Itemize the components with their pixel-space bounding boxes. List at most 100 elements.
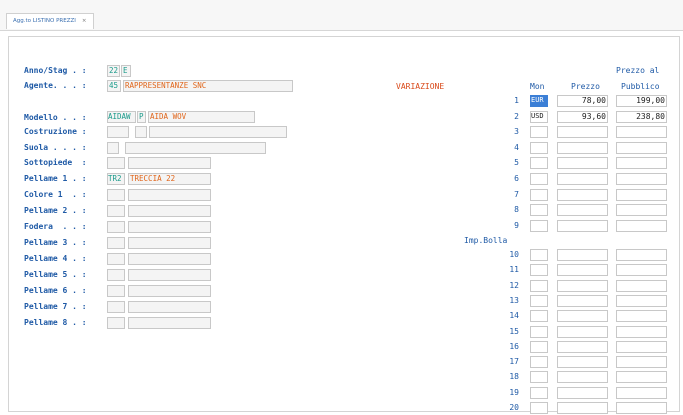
suola-label: Suola . . . : [24, 143, 87, 152]
currency-field[interactable] [530, 204, 548, 216]
pubblico-field[interactable] [616, 387, 667, 399]
currency-field[interactable] [530, 189, 548, 201]
currency-field[interactable] [530, 173, 548, 185]
pubblico-field[interactable] [616, 264, 667, 276]
pellame8-name-field[interactable] [128, 317, 211, 329]
prezzo-field[interactable] [557, 310, 608, 322]
currency-field[interactable] [530, 264, 548, 276]
price-row-number: 15 [509, 327, 519, 336]
prezzo-field[interactable] [557, 295, 608, 307]
prezzo-field[interactable] [557, 264, 608, 276]
currency-field[interactable] [530, 249, 548, 261]
costruzione-code-field[interactable] [107, 126, 129, 138]
currency-field[interactable] [530, 371, 548, 383]
prezzo-field[interactable] [557, 189, 608, 201]
prezzo-field[interactable] [557, 142, 608, 154]
pubblico-field[interactable] [616, 341, 667, 353]
price-row-number: 13 [509, 296, 519, 305]
pubblico-field[interactable] [616, 220, 667, 232]
currency-field[interactable] [530, 295, 548, 307]
colore1-name-field[interactable] [128, 189, 211, 201]
sottopiede-label: Sottopiede : [24, 158, 87, 167]
currency-field[interactable] [530, 402, 548, 414]
pellame5-code-field[interactable] [107, 269, 125, 281]
currency-field[interactable] [530, 387, 548, 399]
pellame4-name-field[interactable] [128, 253, 211, 265]
pellame3-name-field[interactable] [128, 237, 211, 249]
pellame8-code-field[interactable] [107, 317, 125, 329]
pubblico-field[interactable] [616, 157, 667, 169]
pellame7-code-field[interactable] [107, 301, 125, 313]
pubblico-field[interactable] [616, 402, 667, 414]
sottopiede-name-field[interactable] [128, 157, 211, 169]
pubblico-value: 199,00 [636, 96, 665, 105]
pubblico-field[interactable] [616, 326, 667, 338]
pubblico-field[interactable] [616, 126, 667, 138]
tab-bar: Agg.to LISTINO PREZZI × [0, 0, 683, 31]
close-icon[interactable]: × [82, 18, 87, 24]
sottopiede-code-field[interactable] [107, 157, 125, 169]
currency-field[interactable] [530, 142, 548, 154]
currency-field[interactable] [530, 126, 548, 138]
prezzo-value: 93,60 [581, 112, 606, 121]
pellame6-name-field[interactable] [128, 285, 211, 297]
pubblico-field[interactable] [616, 142, 667, 154]
currency-field[interactable] [530, 157, 548, 169]
tab-listino-prezzi[interactable]: Agg.to LISTINO PREZZI × [6, 13, 94, 29]
prezzo-field[interactable] [557, 173, 608, 185]
prezzo-field[interactable] [557, 402, 608, 414]
currency-field[interactable] [530, 356, 548, 368]
costruzione-flag-field[interactable] [135, 126, 147, 138]
pellame7-name-field[interactable] [128, 301, 211, 313]
currency-field[interactable] [530, 341, 548, 353]
pubblico-field[interactable] [616, 310, 667, 322]
prezzo-field[interactable] [557, 220, 608, 232]
pubblico-field[interactable] [616, 204, 667, 216]
currency-field[interactable] [530, 220, 548, 232]
price-row-number: 1 [514, 96, 519, 105]
suola-code-field[interactable] [107, 142, 119, 154]
price-row-number: 7 [514, 190, 519, 199]
price-row-number: 17 [509, 357, 519, 366]
prezzo-field[interactable] [557, 204, 608, 216]
pubblico-field[interactable] [616, 189, 667, 201]
pellame5-label: Pellame 5 . : [24, 270, 87, 279]
price-row-number: 18 [509, 372, 519, 381]
prezzo-field[interactable] [557, 326, 608, 338]
pubblico-field[interactable] [616, 249, 667, 261]
prezzo-field[interactable] [557, 249, 608, 261]
price-row-number: 20 [509, 403, 519, 412]
currency-value: USD [531, 112, 544, 120]
prezzo-field[interactable] [557, 126, 608, 138]
fodera-name-field[interactable] [128, 221, 211, 233]
prezzo-field[interactable] [557, 387, 608, 399]
price-row-number: 14 [509, 311, 519, 320]
pellame3-code-field[interactable] [107, 237, 125, 249]
prezzo-field[interactable] [557, 157, 608, 169]
currency-field[interactable] [530, 326, 548, 338]
suola-name-field[interactable] [125, 142, 266, 154]
costruzione-name-field[interactable] [149, 126, 287, 138]
pubblico-field[interactable] [616, 173, 667, 185]
colore1-code-field[interactable] [107, 189, 125, 201]
fodera-code-field[interactable] [107, 221, 125, 233]
prezzo-field[interactable] [557, 280, 608, 292]
pubblico-field[interactable] [616, 295, 667, 307]
pubblico-field[interactable] [616, 280, 667, 292]
pellame5-name-field[interactable] [128, 269, 211, 281]
price-row-number: 5 [514, 158, 519, 167]
tab-title: Agg.to LISTINO PREZZI [13, 18, 76, 24]
pellame2-code-field[interactable] [107, 205, 125, 217]
pellame6-code-field[interactable] [107, 285, 125, 297]
pubblico-field[interactable] [616, 371, 667, 383]
pubblico-field[interactable] [616, 356, 667, 368]
agente-code: 45 [109, 81, 119, 90]
pellame2-name-field[interactable] [128, 205, 211, 217]
pellame4-code-field[interactable] [107, 253, 125, 265]
header-mon: Mon [530, 82, 545, 91]
prezzo-field[interactable] [557, 371, 608, 383]
currency-field[interactable] [530, 310, 548, 322]
prezzo-field[interactable] [557, 341, 608, 353]
prezzo-field[interactable] [557, 356, 608, 368]
currency-field[interactable] [530, 280, 548, 292]
